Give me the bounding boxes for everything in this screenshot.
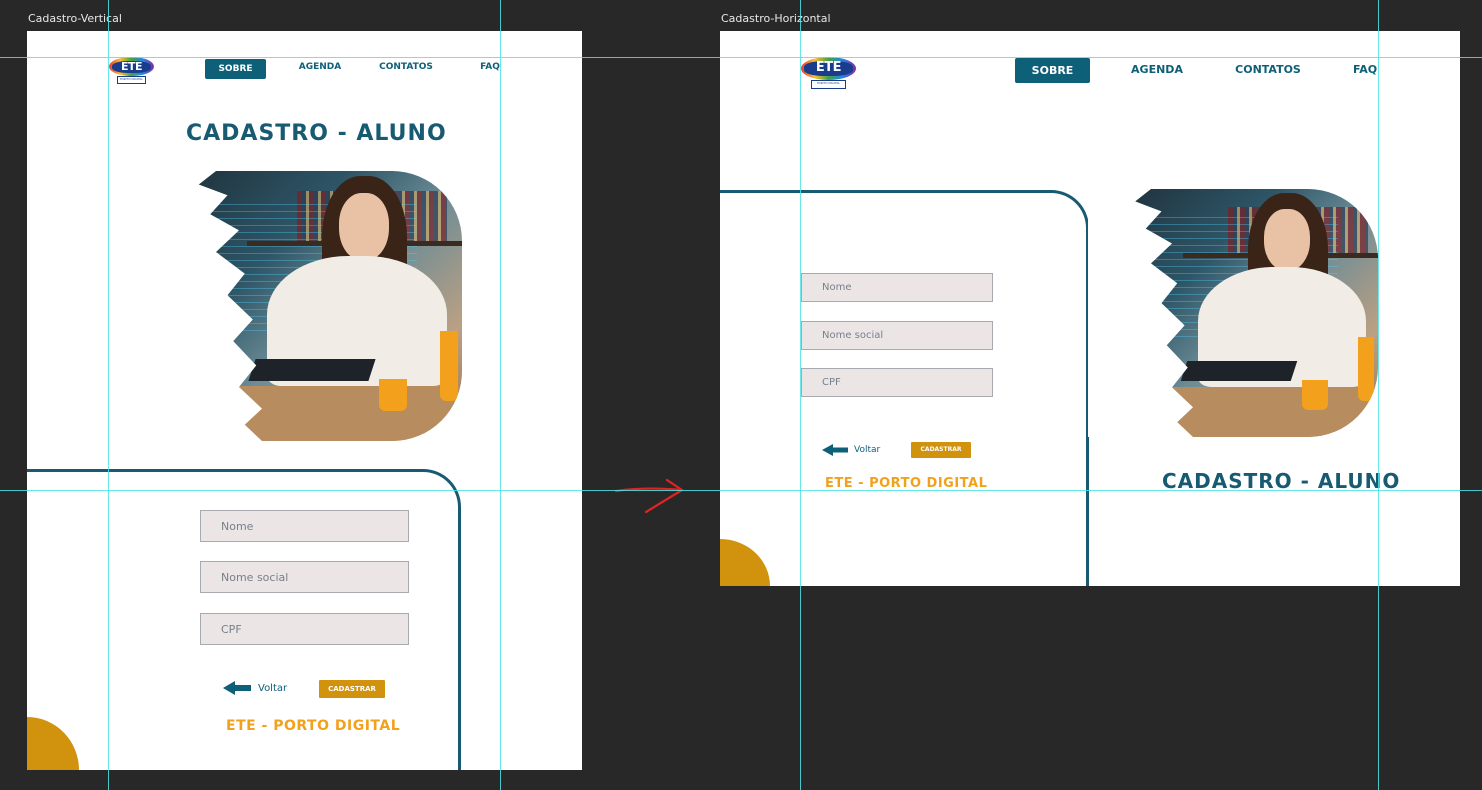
student-photo [147, 171, 462, 441]
guide-vertical-3 [800, 0, 801, 790]
student-photo [1088, 189, 1378, 437]
nav-sobre[interactable]: SOBRE [1015, 58, 1090, 83]
artboard-vertical: ETE PORTO DIGITAL SOBRE AGENDA CONTATOS … [27, 31, 582, 770]
logo-subtext: PORTO DIGITAL [810, 79, 847, 89]
logo-text: ETE [804, 61, 853, 77]
back-label: Voltar [854, 444, 881, 455]
annotation-arrow-icon [614, 478, 684, 514]
guide-horizontal-1 [0, 57, 1482, 58]
nav-agenda[interactable]: AGENDA [290, 62, 350, 72]
ete-logo[interactable]: ETE PORTO DIGITAL [801, 57, 856, 89]
back-arrow-icon [223, 681, 251, 695]
nav-agenda[interactable]: AGENDA [1125, 63, 1189, 76]
back-arrow-icon [822, 443, 848, 456]
frame-label-horizontal: Cadastro-Horizontal [721, 12, 831, 25]
guide-vertical-1 [108, 0, 109, 790]
guide-vertical-4 [1378, 0, 1379, 790]
back-button[interactable]: Voltar [822, 443, 880, 456]
ete-logo[interactable]: ETE PORTO DIGITAL [109, 57, 154, 84]
nav-sobre[interactable]: SOBRE [205, 59, 266, 79]
brand-footer: ETE - PORTO DIGITAL [825, 476, 988, 491]
nome-field[interactable]: Nome [801, 273, 993, 302]
nome-social-field[interactable]: Nome social [200, 561, 409, 593]
nome-social-field[interactable]: Nome social [801, 321, 993, 350]
artboard-horizontal: ETE PORTO DIGITAL SOBRE AGENDA CONTATOS … [720, 31, 1460, 586]
logo-text: ETE [111, 60, 152, 74]
cpf-field[interactable]: CPF [200, 613, 409, 645]
guide-horizontal-2 [0, 490, 1482, 491]
logo-subtext: PORTO DIGITAL [117, 76, 146, 84]
page-title: CADASTRO - ALUNO [186, 121, 447, 146]
nav-faq[interactable]: FAQ [1350, 63, 1380, 76]
back-label: Voltar [258, 682, 288, 694]
back-button[interactable]: Voltar [223, 681, 287, 695]
cpf-field[interactable]: CPF [801, 368, 993, 397]
nome-field[interactable]: Nome [200, 510, 409, 542]
brand-footer: ETE - PORTO DIGITAL [226, 718, 401, 734]
nav-contatos[interactable]: CONTATOS [375, 62, 437, 72]
guide-vertical-2 [500, 0, 501, 790]
nav-contatos[interactable]: CONTATOS [1226, 63, 1310, 76]
cadastrar-button[interactable]: CADASTRAR [319, 680, 385, 698]
cadastrar-button[interactable]: CADASTRAR [911, 442, 971, 458]
